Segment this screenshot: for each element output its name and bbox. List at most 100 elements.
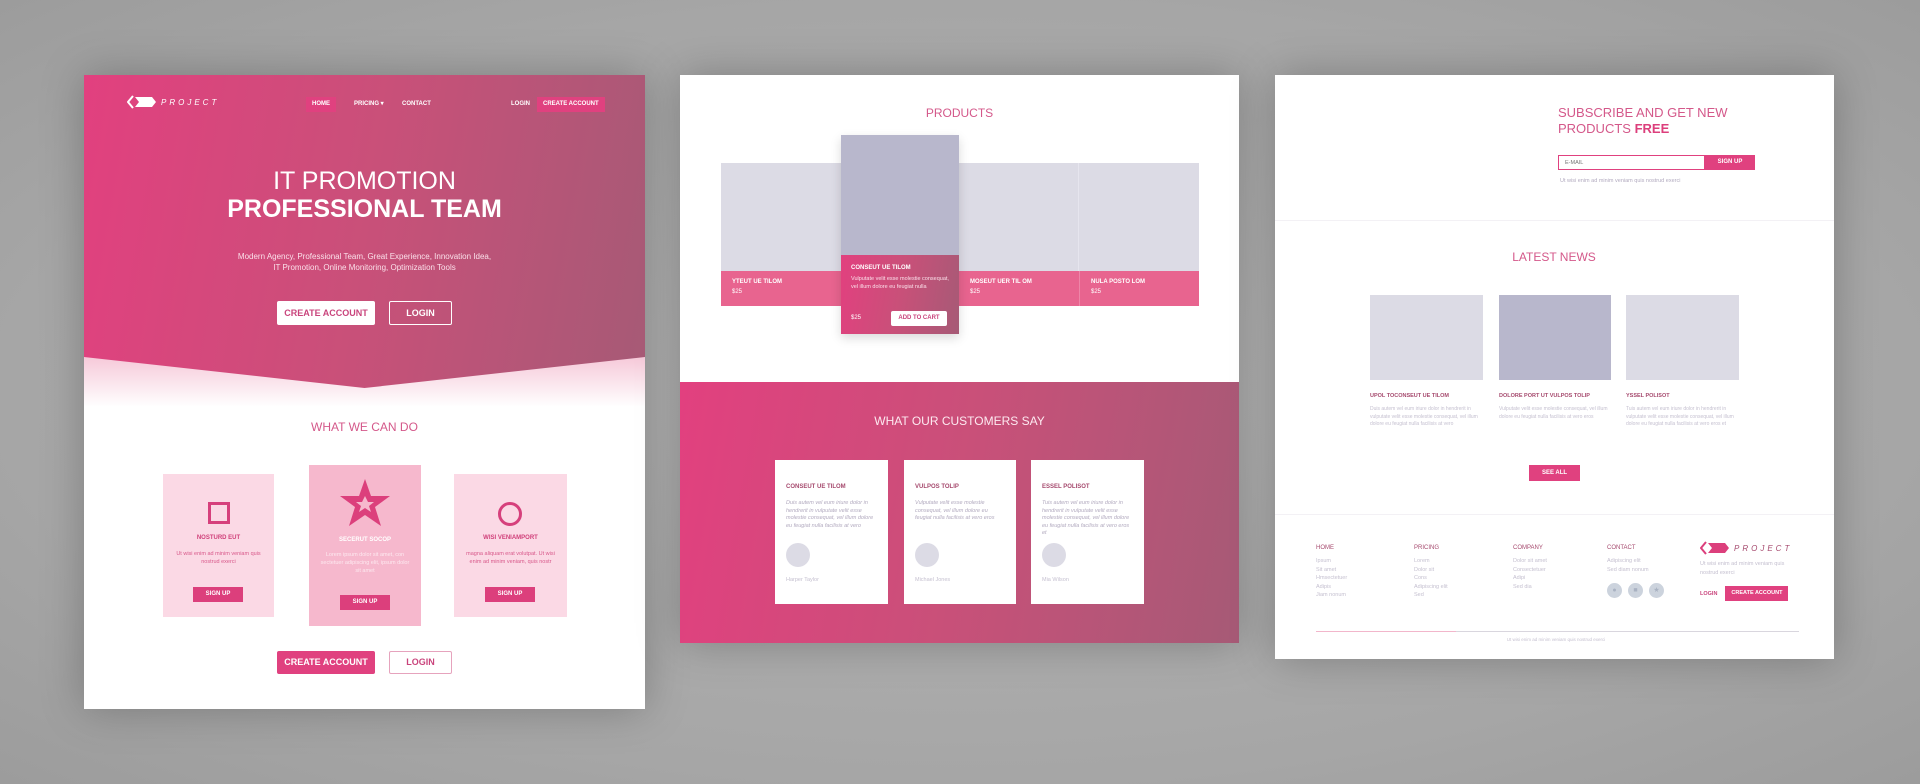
footer-copyright: Ut wisi enim ad minim veniam quis nostru… (1506, 637, 1606, 642)
testimonials-title: WHAT OUR CUSTOMERS SAY (874, 414, 1045, 428)
footer-link[interactable]: Jiam nonum (1316, 591, 1347, 600)
footer-link[interactable]: Dolor sit (1414, 566, 1448, 575)
footer-column-title: PRICING (1414, 545, 1440, 551)
product-card-featured[interactable]: CONSEUT UE TILOM Vulputate velit esse mo… (841, 135, 959, 334)
see-all-button[interactable]: SEE ALL (1529, 465, 1580, 481)
footer-column-title: HOME (1316, 545, 1334, 551)
footer-link[interactable]: Adipi (1513, 574, 1547, 583)
divider (1275, 514, 1834, 515)
footer-logo[interactable]: PROJECT (1700, 541, 1800, 555)
divider (1275, 220, 1834, 221)
service-card-title: SECERUT SOCOP (338, 537, 391, 543)
footer-link[interactable]: Sed dia (1513, 583, 1547, 592)
footer-link[interactable]: Sit amet (1316, 566, 1347, 575)
footer-link[interactable]: Consectetuer (1513, 566, 1547, 575)
sign-up-button[interactable]: SIGN UP (340, 595, 390, 610)
nav-login[interactable]: LOGIN (505, 97, 536, 112)
hero-subtitle-line1: Modern Agency, Professional Team, Great … (237, 252, 492, 261)
sign-up-button[interactable]: SIGN UP (193, 587, 243, 602)
subscribe-title-line1: SUBSCRIBE AND GET NEW (1558, 105, 1728, 120)
news-item-text: Vulputate velit esse molestie consequat,… (1499, 406, 1608, 420)
product-info: MOSEUT UER TIL OM $25 (959, 271, 1079, 306)
nav-pricing[interactable]: PRICING ▾ (348, 97, 390, 112)
news-image (1626, 295, 1739, 380)
product-card[interactable]: MOSEUT UER TIL OM $25 (959, 163, 1079, 306)
product-info: CONSEUT UE TILOM Vulputate velit esse mo… (841, 255, 959, 334)
login-button[interactable]: LOGIN (389, 651, 452, 674)
hero-subtitle: Modern Agency, Professional Team, Great … (84, 251, 645, 273)
footer-actions: LOGIN CREATE ACCOUNT (1700, 586, 1800, 601)
footer-about: Ut wisi enim ad minim veniam quis nostru… (1700, 561, 1785, 576)
footer-link[interactable]: Adipiscing elit (1607, 557, 1664, 566)
news-item-text: Tuis autem vel eum iriure dolor in hendr… (1626, 406, 1734, 427)
footer-links: Dolor sit amet Consectetuer Adipi Sed di… (1513, 557, 1547, 591)
service-card-text: Lorem ipsum dolor sit amet, con sectetue… (320, 552, 410, 574)
subscribe-note: Ut wisi enim ad minim veniam quis nostru… (1560, 178, 1681, 184)
product-price: $25 (970, 289, 981, 295)
products-title: PRODUCTS (925, 106, 994, 120)
news-item[interactable]: UPOL TOCONSEUT UE TILOM Duis autem vel e… (1370, 295, 1483, 429)
testimonial-text: Duis autem vel eum iriure dolor in hendr… (786, 500, 874, 529)
email-input[interactable] (1558, 155, 1705, 170)
news-item[interactable]: YSSEL POLISOT Tuis autem vel eum iriure … (1626, 295, 1739, 429)
service-card-title: NOSTURD EUT (196, 535, 241, 541)
news-item[interactable]: DOLORE PORT UT VULPOS TOLIP Vulputate ve… (1499, 295, 1611, 421)
logo-icon (127, 95, 156, 109)
footer-link[interactable]: Ipsum (1316, 557, 1347, 566)
nav-home[interactable]: HOME (306, 97, 336, 112)
footer-link[interactable]: Adipis (1316, 583, 1347, 592)
footer-brand: PROJECT Ut wisi enim ad minim veniam qui… (1700, 541, 1800, 601)
product-card[interactable]: YTEUT UE TILOM $25 (721, 163, 841, 306)
footer-link[interactable]: Dolor sit amet (1513, 557, 1547, 566)
footer-link[interactable]: Hmsectetuer (1316, 574, 1347, 583)
hero-title-line1: IT PROMOTION (273, 167, 456, 195)
testimonial-text: Tuis autem vel eum iriure dolor in hendr… (1042, 500, 1130, 536)
footer-column-title: COMPANY (1513, 545, 1543, 551)
product-price: $25 (732, 289, 743, 295)
logo[interactable]: PROJECT (127, 95, 219, 109)
product-name: MOSEUT UER TIL OM (970, 279, 1032, 285)
news-item-text: Duis autem vel eum iriure dolor in hendr… (1370, 406, 1478, 427)
footer-link[interactable]: Lorem (1414, 557, 1448, 566)
footer-link[interactable]: Adipiscing elit (1414, 583, 1448, 592)
logo-text: PROJECT (1734, 543, 1793, 553)
footer-link[interactable]: Cons (1414, 574, 1448, 583)
shop-page-mockup: PRODUCTS YTEUT UE TILOM $25 MOSEUT UER T… (680, 75, 1239, 643)
product-card[interactable]: NULA POSTO LOM $25 (1079, 163, 1199, 306)
subscribe-title-bold: FREE (1634, 121, 1670, 136)
hero-login-button[interactable]: LOGIN (389, 301, 452, 325)
nav-contact[interactable]: CONTACT (396, 97, 437, 112)
avatar (915, 543, 939, 567)
square-icon[interactable]: ■ (1628, 583, 1643, 598)
add-to-cart-button[interactable]: ADD TO CART (891, 311, 947, 326)
testimonial-title: ESSEL POLISOT (1042, 484, 1090, 490)
sign-up-button[interactable]: SIGN UP (485, 587, 535, 602)
subscribe-title: SUBSCRIBE AND GET NEW PRODUCTS FREE (1558, 105, 1728, 137)
nav-create-account[interactable]: CREATE ACCOUNT (537, 97, 605, 112)
footer-column: CONTACT Adipiscing elit Sed diam nonum ●… (1607, 545, 1664, 598)
footer-column: PRICING Lorem Dolor sit Cons Adipiscing … (1414, 545, 1448, 600)
news-item-title: UPOL TOCONSEUT UE TILOM (1370, 393, 1449, 399)
testimonial-author: Mia Wilson (1042, 577, 1069, 583)
star-icon (340, 479, 390, 526)
landing-page-mockup: PROJECT HOME PRICING ▾ CONTACT LOGIN CRE… (84, 75, 645, 709)
footer-link[interactable]: Sed (1414, 591, 1448, 600)
star-icon[interactable]: ★ (1649, 583, 1664, 598)
footer-link[interactable]: Sed diam nonum (1607, 566, 1664, 575)
create-account-button[interactable]: CREATE ACCOUNT (277, 651, 375, 674)
subscribe-sign-up-button[interactable]: SIGN UP (1705, 155, 1755, 170)
hero-subtitle-line2: IT Promotion, Online Monitoring, Optimiz… (273, 263, 456, 272)
news-page-mockup: SUBSCRIBE AND GET NEW PRODUCTS FREE SIGN… (1275, 75, 1834, 659)
footer-login-link[interactable]: LOGIN (1700, 591, 1717, 597)
footer-column-title: CONTACT (1607, 545, 1636, 551)
hero-create-account-button[interactable]: CREATE ACCOUNT (277, 301, 375, 325)
testimonials-section: WHAT OUR CUSTOMERS SAY CONSEUT UE TILOM … (680, 382, 1239, 643)
product-price: $25 (851, 315, 862, 321)
hero-background (84, 75, 645, 388)
dot-icon[interactable]: ● (1607, 583, 1622, 598)
news-image (1499, 295, 1611, 380)
footer-create-account-button[interactable]: CREATE ACCOUNT (1725, 586, 1789, 601)
social-icons: ● ■ ★ (1607, 583, 1664, 598)
news-image (1370, 295, 1483, 380)
product-info: YTEUT UE TILOM $25 (721, 271, 841, 306)
